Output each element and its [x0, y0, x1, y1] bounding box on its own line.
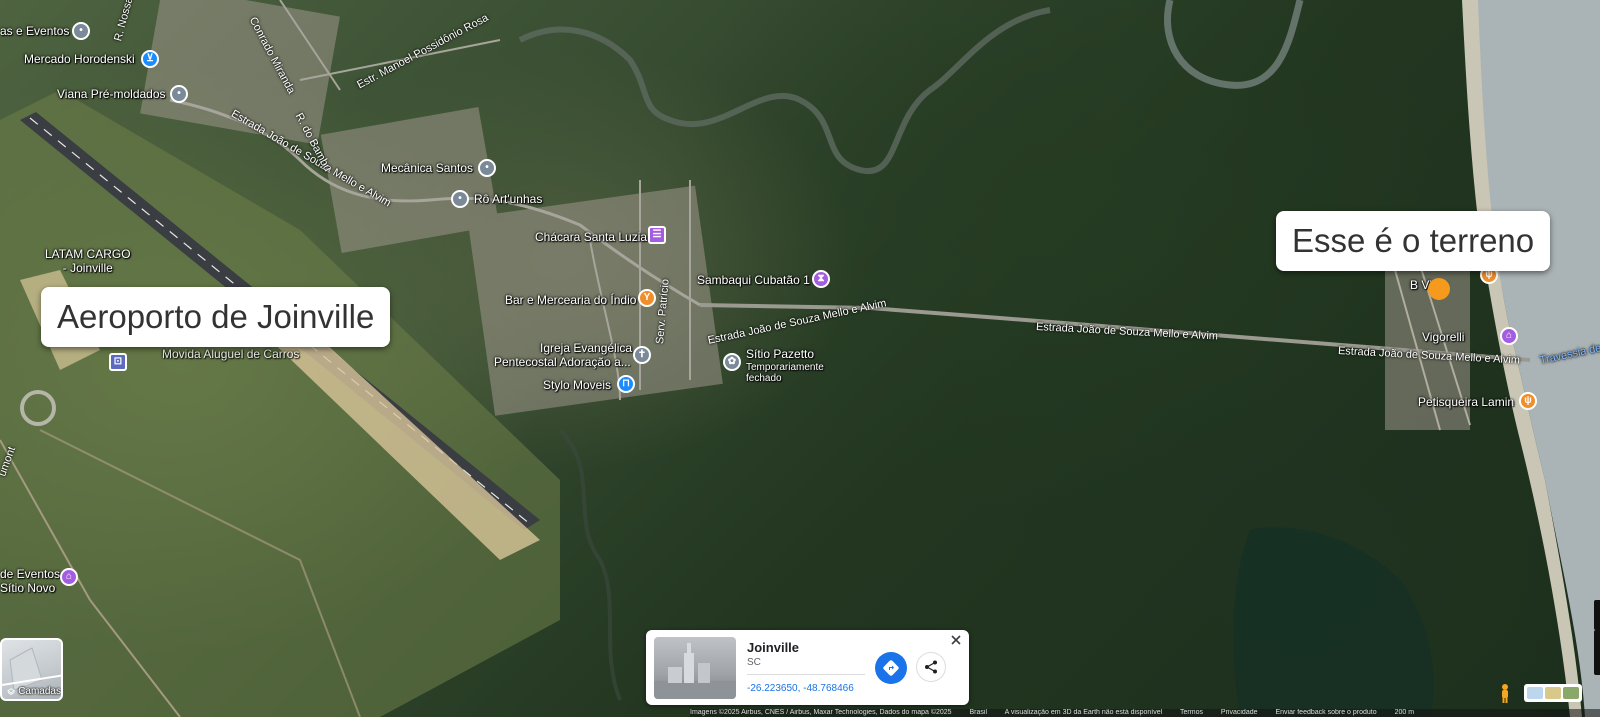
shopping-cart-icon[interactable]: ⊻ — [141, 50, 159, 68]
poi-label-sambaqui[interactable]: Sambaqui Cubatão 1 — [697, 273, 810, 287]
close-button[interactable] — [948, 632, 964, 648]
share-button[interactable] — [916, 652, 946, 682]
poi-label-petisqueira[interactable]: Petisqueira Lamin — [1418, 395, 1514, 409]
imagery-credit: Imagens ©2025 Airbus, CNES / Airbus, Max… — [690, 709, 952, 716]
lagoon — [1233, 527, 1434, 717]
car-rental-icon[interactable]: ⊡ — [109, 353, 127, 371]
map-type-thumbnails[interactable] — [1524, 684, 1582, 702]
lodging-icon[interactable]: ⌂ — [1500, 327, 1518, 345]
poi-label-latam[interactable]: LATAM CARGO - Joinville — [45, 247, 131, 275]
poi-label-pazetto[interactable]: Sítio Pazetto — [746, 347, 814, 361]
map-tile-terrain[interactable] — [1545, 687, 1561, 699]
river-3 — [558, 428, 622, 701]
poi-label-sitio-novo[interactable]: Sítio Novo — [0, 581, 55, 595]
share-icon — [925, 660, 937, 674]
poi-label-pentecostal[interactable]: Pentecostal Adoração a... — [494, 355, 631, 369]
callout-airport: Aeroporto de Joinville — [41, 287, 391, 347]
place-coordinates[interactable]: -26.223650, -48.768466 — [747, 683, 854, 694]
restaurant-icon[interactable]: ψ — [1519, 392, 1537, 410]
pin-icon[interactable]: • — [478, 159, 496, 177]
country-link[interactable]: Brasil — [970, 709, 988, 716]
close-icon — [951, 635, 961, 645]
place-divider — [747, 674, 865, 675]
directions-button[interactable] — [875, 652, 907, 684]
event-venue-icon[interactable]: ☰ — [648, 226, 666, 244]
poi-label-viana[interactable]: Viana Pré-moldados — [57, 87, 166, 101]
poi-label-movida[interactable]: Movida Aluguel de Carros — [162, 347, 299, 361]
layers-button[interactable]: Camadas — [0, 638, 63, 701]
poi-label-mecanica[interactable]: Mecânica Santos — [381, 161, 473, 175]
layers-label: Camadas — [2, 686, 61, 697]
poi-label-igreja[interactable]: Igreja Evangélica — [540, 341, 632, 355]
poi-label-stylo[interactable]: Stylo Moveis — [543, 378, 611, 392]
place-subtitle: SC — [747, 657, 761, 668]
place-thumbnail[interactable] — [654, 637, 736, 699]
pin-icon[interactable]: • — [170, 85, 188, 103]
poi-label-vigorelli[interactable]: Vigorelli — [1422, 330, 1464, 344]
latam-line-1: LATAM CARGO — [45, 247, 131, 261]
poi-label-eventos[interactable]: as e Eventos — [0, 24, 69, 38]
river-2 — [1164, 0, 1304, 89]
feedback-link[interactable]: Enviar feedback sobre o produto — [1275, 709, 1376, 716]
directions-icon — [883, 660, 899, 676]
poi-label-bar-indio[interactable]: Bar e Mercearia do Índio — [505, 293, 636, 307]
poi-label-chacara[interactable]: Chácara Santa Luzia — [535, 230, 647, 244]
callout-land: Esse é o terreno — [1276, 211, 1551, 271]
layers-icon — [7, 687, 16, 695]
attribution-bar: Imagens ©2025 Airbus, CNES / Airbus, Max… — [690, 709, 1600, 717]
pegman-icon[interactable] — [1496, 683, 1514, 703]
place-title: Joinville — [747, 640, 800, 655]
flower-icon[interactable]: ✿ — [723, 353, 741, 371]
poi-label-de-eventos[interactable]: de Eventos — [0, 567, 60, 581]
panel-handle-2[interactable] — [1594, 630, 1600, 675]
selected-location-marker[interactable] — [1428, 278, 1450, 300]
layers-text: Camadas — [18, 686, 61, 697]
monument-icon[interactable]: ⧗ — [812, 270, 830, 288]
lock-icon[interactable]: ⊓ — [617, 375, 635, 393]
terms-link[interactable]: Termos — [1180, 709, 1203, 716]
latam-line-2: - Joinville — [62, 261, 113, 275]
place-info-card[interactable]: Joinville SC -26.223650, -48.768466 — [646, 630, 969, 705]
privacy-link[interactable]: Privacidade — [1221, 709, 1258, 716]
poi-label-ro-art[interactable]: Rô Art'unhas — [474, 192, 542, 206]
church-icon[interactable]: ✝ — [633, 346, 651, 364]
scale-label: 200 m — [1394, 709, 1415, 716]
pin-icon[interactable]: • — [72, 22, 90, 40]
map-tile-satellite[interactable] — [1563, 687, 1579, 699]
poi-label-mercado[interactable]: Mercado Horodenski — [24, 52, 135, 66]
poi-label-pazetto-status-2: fechado — [746, 373, 782, 384]
cocktail-icon[interactable]: Y — [638, 289, 656, 307]
3d-notice: A visualização em 3D da Earth não está d… — [1004, 709, 1163, 716]
river — [518, 7, 1051, 175]
map-tile-default[interactable] — [1527, 687, 1543, 699]
pin-icon[interactable]: • — [451, 190, 469, 208]
house-icon[interactable]: ⌂ — [60, 568, 78, 586]
panel-handle[interactable] — [1594, 600, 1600, 630]
building-icon — [654, 643, 736, 699]
